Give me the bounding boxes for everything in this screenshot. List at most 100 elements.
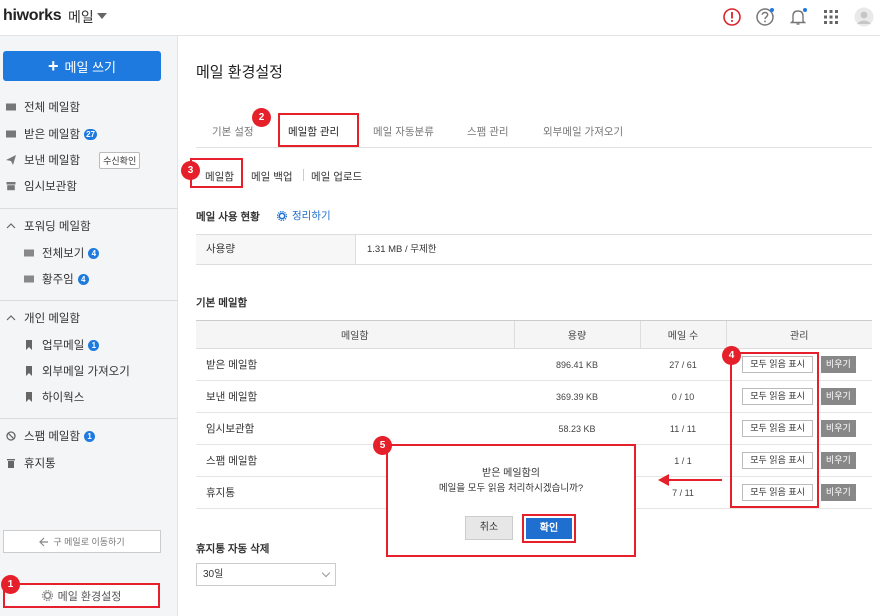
arrow-left-icon [658,474,722,486]
confirm-button-highlight: 확인 [522,514,576,543]
sidebar-item-sent[interactable]: 보낸 메일함 수신확인 [6,150,141,170]
sidebar-item-work-mail[interactable]: 업무메일 1 [24,335,100,355]
cleanup-link[interactable]: 정리하기 [277,208,331,223]
mailbox-size: 369.39 KB [514,380,640,413]
chevron-down-icon[interactable] [97,13,107,19]
sidebar-item-inbox[interactable]: 받은 메일함 27 [6,124,98,144]
usage-title: 메일 사용 현황 [196,211,260,223]
mail-settings-label: 메일 환경설정 [57,590,122,603]
trash-icon [7,459,15,468]
usage-value: 1.31 MB / 무제한 [367,244,437,255]
alert-icon[interactable] [721,6,743,28]
tab-auto-filter[interactable]: 메일 자동분류 [373,124,434,139]
mailbox-count: 0 / 10 [640,380,726,413]
bookmark-icon [26,340,32,350]
old-mail-button[interactable]: 구 메일로 이동하기 [3,530,161,553]
mailbox-name: 받은 메일함 [196,348,514,381]
usage-table: 사용량 1.31 MB / 무제한 [196,234,872,265]
mail-icon [24,275,34,283]
divider [303,169,304,181]
archive-icon [6,182,16,191]
table-header: 메일함 용량 메일 수 관리 [196,320,872,349]
brand-logo[interactable]: hiworks [3,7,62,25]
old-mail-label: 구 메일로 이동하기 [53,537,125,547]
sidebar-item-spam[interactable]: 스팸 메일함 1 [6,426,96,446]
sidebar-item-all-mail[interactable]: 전체 메일함 [6,97,80,117]
bookmark-icon [26,366,32,376]
group-label: 포워딩 메일함 [24,221,91,233]
inbox-icon [6,130,16,138]
help-icon[interactable] [754,6,776,28]
step-marker-2: 2 [252,108,271,127]
sidebar-item-label: 외부메일 가져오기 [42,366,130,378]
mailbox-count: 11 / 11 [640,412,726,445]
tab-external-mail[interactable]: 외부메일 가져오기 [543,124,623,139]
column-header: 메일함 [196,320,514,349]
chevron-up-icon [6,223,16,229]
app-switcher-label[interactable]: 메일 [68,7,94,27]
dialog-mailbox-name: 받은 메일함의 [482,468,540,479]
subtab-backup[interactable]: 메일 백업 [251,169,293,184]
auto-delete-title: 휴지통 자동 삭제 [196,543,270,555]
apps-grid-icon[interactable] [820,6,842,28]
auto-delete-select[interactable]: 30일 [196,563,336,586]
page-title: 메일 환경설정 [196,64,283,81]
sidebar-item-drafts[interactable]: 임시보관함 [6,176,77,196]
sidebar-item-hwang[interactable]: 황주임 4 [24,269,89,289]
auto-delete-value: 30일 [203,569,224,580]
cancel-button[interactable]: 취소 [465,516,513,540]
sidebar-item-label: 보낸 메일함 [24,155,81,167]
column-header: 메일 수 [639,320,726,349]
confirm-button[interactable]: 확인 [526,518,572,539]
divider [0,418,178,419]
sidebar-item-label: 받은 메일함 [24,129,81,141]
tab-basic-settings[interactable]: 기본 설정 [212,124,254,139]
sidebar-item-label: 업무메일 [42,340,85,352]
block-icon [6,431,16,441]
column-header: 관리 [725,320,872,349]
mailbox-size: 896.41 KB [514,348,640,381]
step-marker-4: 4 [722,346,741,365]
usage-label: 사용량 [196,235,356,264]
unread-badge: 4 [77,273,89,285]
empty-button[interactable]: 비우기 [820,388,856,405]
column-header: 용량 [513,320,640,349]
empty-button[interactable]: 비우기 [820,452,856,469]
avatar[interactable] [853,6,875,28]
unread-badge: 4 [88,247,100,259]
unread-badge: 27 [84,128,98,140]
sidebar-item-label: 임시보관함 [24,181,77,193]
empty-button[interactable]: 비우기 [820,420,856,437]
sidebar-item-trash[interactable]: 휴지통 [6,453,56,473]
back-arrow-icon [39,537,49,546]
empty-button[interactable]: 비우기 [820,484,856,501]
confirm-dialog: 받은 메일함의 메일을 모두 읽음 처리하시겠습니까? 취소 확인 [386,444,636,557]
mailbox-size: 58.23 KB [514,412,640,445]
subtab-upload[interactable]: 메일 업로드 [311,169,362,184]
gear-icon [277,210,287,221]
mail-icon [6,103,16,111]
unread-badge: 1 [84,430,96,442]
sidebar-item-forward-all[interactable]: 전체보기 4 [24,243,100,263]
sidebar-item-label: 하이웍스 [42,392,85,404]
sidebar-item-external-mail[interactable]: 외부메일 가져오기 [24,361,130,381]
plus-icon: + [48,56,59,76]
sidebar-item-label: 스팸 메일함 [24,431,81,443]
compose-button[interactable]: + 메일 쓰기 [3,51,161,81]
mailbox-name: 임시보관함 [196,412,514,445]
bell-icon[interactable] [787,6,809,28]
mail-settings-button[interactable]: 메일 환경설정 [3,583,160,608]
chevron-down-icon [321,568,331,578]
step-marker-3: 3 [181,161,200,180]
group-forwarding-mailbox[interactable]: 포워딩 메일함 [6,216,91,236]
gear-icon [41,590,53,601]
group-personal-mailbox[interactable]: 개인 메일함 [6,308,80,328]
empty-button[interactable]: 비우기 [820,356,856,373]
sidebar-item-label: 휴지통 [24,458,56,470]
step-marker-1: 1 [1,575,20,594]
sidebar-item-hiworks[interactable]: 하이웍스 [24,387,84,407]
tab-spam[interactable]: 스팸 관리 [467,124,509,139]
read-receipt-button[interactable]: 수신확인 [99,151,141,169]
chevron-up-icon [6,315,16,321]
send-icon [6,155,16,165]
